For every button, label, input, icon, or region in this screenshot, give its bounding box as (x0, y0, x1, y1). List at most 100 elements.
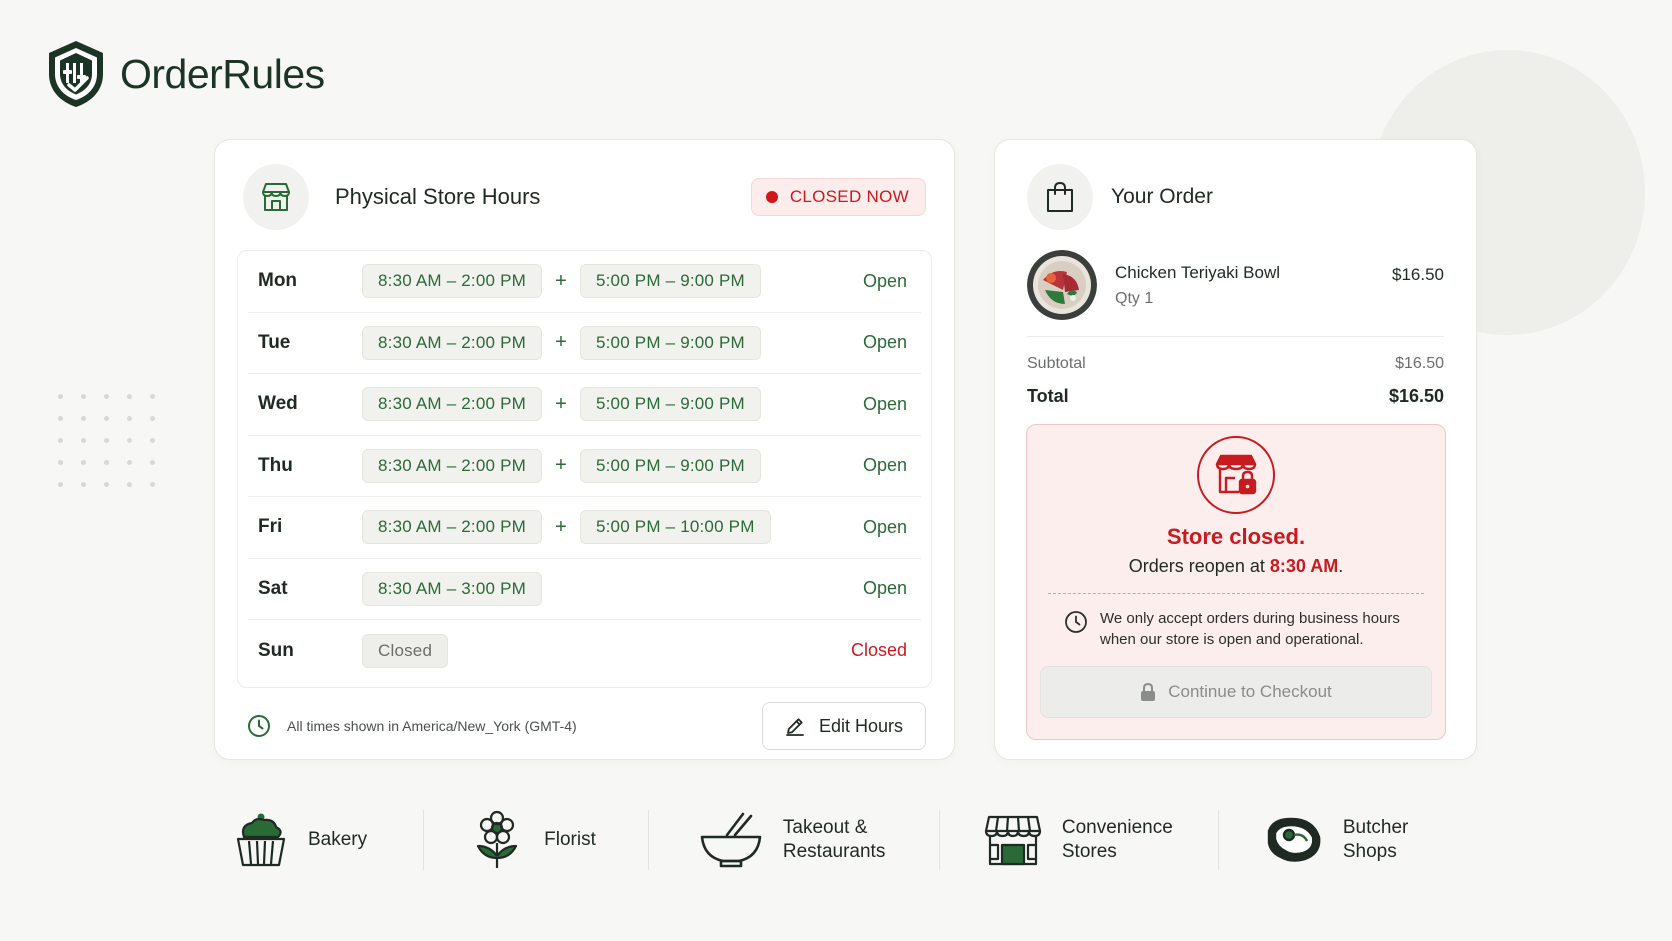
day-status: Open (862, 393, 907, 414)
store-closed-panel: Store closed. Orders reopen at 8:30 AM. … (1026, 424, 1446, 740)
day-status: Closed (850, 640, 907, 661)
hours-row-tue[interactable]: Tue 8:30 AM – 2:00 PM + 5:00 PM – 9:00 P… (248, 313, 921, 374)
order-title: Your Order (1111, 185, 1213, 208)
brand-logo[interactable]: OrderRules (44, 38, 325, 110)
reopen-prefix: Orders reopen at (1128, 556, 1265, 576)
storefront-24-icon (984, 815, 1041, 866)
hours-row-thu[interactable]: Thu 8:30 AM – 2:00 PM + 5:00 PM – 9:00 P… (248, 436, 921, 497)
day-label: Mon (258, 270, 298, 292)
plus-icon: + (555, 269, 567, 292)
plus-icon: + (555, 392, 567, 415)
hours-row-mon[interactable]: Mon 8:30 AM – 2:00 PM + 5:00 PM – 9:00 P… (248, 251, 921, 313)
time-slot[interactable]: 5:00 PM – 9:00 PM (579, 264, 761, 299)
plus-icon: + (555, 454, 567, 477)
bag-icon-badge (1027, 164, 1093, 230)
day-status: Open (862, 516, 907, 537)
time-slot[interactable]: 5:00 PM – 9:00 PM (579, 448, 761, 483)
time-slot[interactable]: 8:30 AM – 2:00 PM (362, 448, 542, 483)
edit-hours-button[interactable]: Edit Hours (762, 702, 926, 750)
closed-slot[interactable]: Closed (362, 633, 449, 668)
item-qty: Qty 1 (1115, 289, 1154, 307)
brand-name: OrderRules (120, 50, 325, 97)
category-strip: Bakery Florist Takeout & Restaurants Con… (214, 800, 1474, 880)
clock-icon (248, 715, 270, 737)
divider (647, 810, 649, 870)
shopping-bag-icon (1047, 182, 1073, 212)
shield-logo-icon (49, 41, 103, 107)
reopen-suffix: . (1338, 556, 1344, 576)
timezone-note: All times shown in America/New_York (GMT… (247, 714, 762, 738)
time-slot[interactable]: 8:30 AM – 2:00 PM (362, 387, 542, 422)
category-butcher[interactable]: Butcher Shops (1263, 800, 1413, 880)
time-slot[interactable]: 5:00 PM – 9:00 PM (579, 325, 761, 360)
divider (423, 810, 425, 870)
day-label: Sat (258, 577, 288, 599)
edit-hours-label: Edit Hours (818, 715, 904, 736)
clock-icon (1065, 611, 1087, 633)
day-status: Open (862, 332, 907, 353)
cupcake-icon (236, 813, 286, 867)
steak-icon (1267, 817, 1321, 862)
day-label: Sun (258, 639, 294, 661)
hours-row-fri[interactable]: Fri 8:30 AM – 2:00 PM + 5:00 PM – 10:00 … (248, 497, 921, 559)
lock-icon (1141, 683, 1156, 701)
time-slot[interactable]: 5:00 PM – 9:00 PM (579, 387, 761, 422)
subtotal-label: Subtotal (1027, 355, 1086, 372)
hours-row-sun[interactable]: Sun Closed Closed (248, 620, 921, 682)
category-label: Florist (544, 829, 596, 850)
store-lock-badge (1197, 436, 1275, 514)
store-icon-badge (243, 164, 309, 230)
category-convenience[interactable]: Convenience Stores (984, 800, 1173, 880)
hours-row-sat[interactable]: Sat 8:30 AM – 3:00 PM Open (248, 559, 921, 620)
category-florist[interactable]: Florist (470, 800, 596, 880)
store-hours-header: Physical Store Hours CLOSED NOW (243, 162, 926, 232)
order-card: Your Order Chicken Teriyaki Bowl Qty 1 $… (994, 139, 1477, 760)
day-status: Open (862, 578, 907, 599)
time-slot[interactable]: 8:30 AM – 2:00 PM (362, 264, 542, 299)
closed-now-badge: CLOSED NOW (750, 178, 926, 216)
order-header: Your Order (1027, 162, 1446, 232)
divider (1217, 810, 1219, 870)
continue-to-checkout-button[interactable]: Continue to Checkout (1040, 666, 1432, 718)
time-slot[interactable]: 8:30 AM – 2:00 PM (362, 510, 542, 545)
order-item[interactable]: Chicken Teriyaki Bowl Qty 1 $16.50 (1027, 250, 1444, 337)
day-label: Fri (258, 516, 283, 538)
day-label: Wed (258, 393, 298, 415)
timezone-text: All times shown in America/New_York (GMT… (287, 718, 577, 734)
category-label: Convenience Stores (1061, 817, 1173, 862)
bowl-chopsticks-icon (700, 812, 762, 868)
store-hours-title: Physical Store Hours (335, 184, 541, 209)
category-label: Takeout & Restaurants (782, 817, 886, 862)
plus-icon: + (555, 515, 567, 538)
total-label: Total (1027, 386, 1069, 406)
category-bakery[interactable]: Bakery (234, 800, 367, 880)
closed-now-label: CLOSED NOW (789, 187, 909, 206)
hours-table: Mon 8:30 AM – 2:00 PM + 5:00 PM – 9:00 P… (237, 250, 932, 688)
store-icon (262, 183, 290, 211)
item-price: $16.50 (1392, 265, 1444, 284)
plus-icon: + (555, 331, 567, 354)
time-slot[interactable]: 8:30 AM – 2:00 PM (362, 325, 542, 360)
divider (938, 810, 940, 870)
category-takeout[interactable]: Takeout & Restaurants (699, 800, 893, 880)
store-hours-card: Physical Store Hours CLOSED NOW Mon 8:30… (214, 139, 955, 760)
category-label: Butcher Shops (1342, 817, 1409, 862)
subtotal-value: $16.50 (1395, 355, 1444, 372)
flower-icon (477, 810, 518, 868)
decorative-dot-grid (58, 394, 156, 487)
item-name: Chicken Teriyaki Bowl (1115, 262, 1281, 282)
checkout-label: Continue to Checkout (1168, 682, 1332, 701)
reopen-time: 8:30 AM (1269, 556, 1339, 576)
time-slot[interactable]: 5:00 PM – 10:00 PM (579, 510, 771, 545)
store-closed-title: Store closed. (1166, 524, 1306, 549)
day-status: Open (862, 270, 907, 291)
teriyaki-bowl-image (1027, 250, 1097, 320)
dashed-divider (1048, 593, 1424, 594)
hours-row-wed[interactable]: Wed 8:30 AM – 2:00 PM + 5:00 PM – 9:00 P… (248, 374, 921, 436)
store-locked-icon (1215, 454, 1257, 495)
status-dot-icon (765, 191, 778, 203)
reopen-message: Orders reopen at 8:30 AM. (1027, 556, 1445, 577)
day-label: Thu (258, 454, 293, 476)
time-slot[interactable]: 8:30 AM – 3:00 PM (362, 571, 542, 606)
business-hours-notice: We only accept orders during business ho… (1064, 608, 1431, 650)
